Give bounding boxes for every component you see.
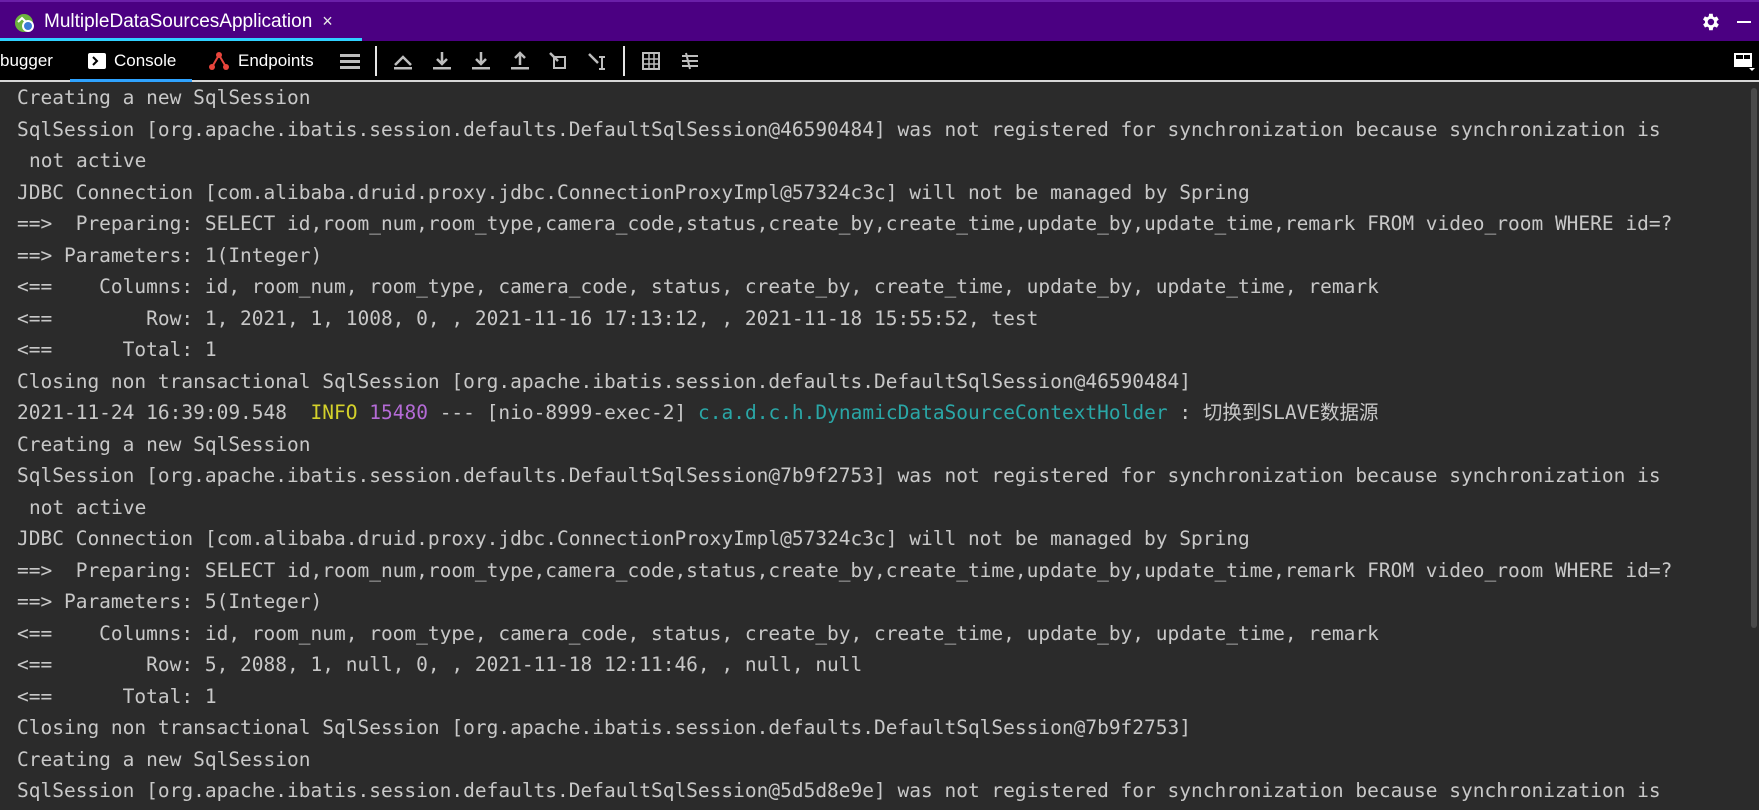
console-line: <== Total: 1 <box>17 684 217 708</box>
log-thread: [nio-8999-exec-2] <box>486 401 687 424</box>
drop-frame-icon[interactable] <box>539 41 578 80</box>
console-line: ==> Parameters: 5(Integer) <box>17 590 323 613</box>
restore-layout-icon[interactable] <box>1733 50 1755 72</box>
console-line: Closing non transactional SqlSession [or… <box>17 716 1191 739</box>
tab-endpoints[interactable]: Endpoints <box>208 41 314 80</box>
tab-label: Endpoints <box>238 50 314 70</box>
console-line: SqlSession [org.apache.ibatis.session.de… <box>17 779 1661 802</box>
console-scrollbar[interactable] <box>1749 82 1759 810</box>
log-logger: c.a.d.c.h.DynamicDataSourceContextHolder <box>698 401 1168 424</box>
toolbar-divider <box>375 45 377 76</box>
evaluate-expression-icon[interactable] <box>631 41 670 80</box>
settings-gear-icon[interactable] <box>1699 11 1721 33</box>
console-line: ==> Preparing: SELECT id,room_num,room_t… <box>17 212 1673 235</box>
log-separator: --- <box>439 401 475 424</box>
tab-label: bugger <box>0 50 53 70</box>
console-line: Creating a new SqlSession <box>17 747 311 771</box>
run-tool-window-header: MultipleDataSourcesApplication × <box>0 0 1759 42</box>
tab-debugger[interactable]: bugger <box>0 41 53 80</box>
console-line: SqlSession [org.apache.ibatis.session.de… <box>17 117 1661 141</box>
step-over-icon[interactable] <box>422 41 461 80</box>
console-line: not active <box>29 149 147 172</box>
log-timestamp: 2021-11-24 16:39:09.548 <box>17 401 299 424</box>
tab-label: Console <box>114 50 177 70</box>
console-line: ==> Parameters: 1(Integer) <box>17 243 323 267</box>
log-pid: 15480 <box>369 401 428 424</box>
log-message: : 切换到SLAVE数据源 <box>1179 401 1379 424</box>
run-to-cursor-icon[interactable] <box>578 41 617 80</box>
endpoints-icon <box>208 50 230 72</box>
console-line: ==> Preparing: SELECT id,room_num,room_t… <box>17 558 1673 582</box>
spring-boot-app-icon <box>15 13 34 32</box>
run-config-title: MultipleDataSourcesApplication <box>44 10 313 32</box>
layout-menu-icon[interactable] <box>330 41 369 80</box>
trace-current-stream-icon[interactable] <box>670 41 709 80</box>
close-tab-icon[interactable]: × <box>322 11 333 32</box>
run-config-tab[interactable]: MultipleDataSourcesApplication × <box>0 2 347 41</box>
console-output[interactable]: Creating a new SqlSession SqlSession [or… <box>0 82 1749 810</box>
scrollbar-thumb[interactable] <box>1751 88 1757 628</box>
console-line: Closing non transactional SqlSession [or… <box>17 369 1191 393</box>
console-line: <== Row: 5, 2088, 1, null, 0, , 2021-11-… <box>17 653 863 676</box>
console-line: JDBC Connection [com.alibaba.druid.proxy… <box>17 180 1250 204</box>
console-line: Creating a new SqlSession <box>17 432 311 456</box>
log-entry-line: 2021-11-24 16:39:09.548 INFO 15480 --- [… <box>0 397 1749 429</box>
console-line: Creating a new SqlSession <box>17 86 311 109</box>
tab-console[interactable]: Console <box>69 41 193 82</box>
console-line: not active <box>29 495 147 519</box>
minimize-icon[interactable] <box>1735 13 1753 31</box>
log-level: INFO <box>310 401 358 424</box>
console-line: <== Columns: id, room_num, room_type, ca… <box>17 621 1379 645</box>
run-toolbar: bugger Console Endpoints <box>0 41 1759 82</box>
console-line: <== Columns: id, room_num, room_type, ca… <box>17 275 1379 298</box>
console-icon <box>88 52 106 70</box>
console-line: SqlSession [org.apache.ibatis.session.de… <box>17 464 1661 487</box>
show-execution-point-icon[interactable] <box>383 41 422 80</box>
step-into-icon[interactable] <box>461 41 500 80</box>
toolbar-divider <box>623 45 625 76</box>
console-line: JDBC Connection [com.alibaba.druid.proxy… <box>17 527 1250 550</box>
console-line: <== Row: 1, 2021, 1, 1008, 0, , 2021-11-… <box>17 306 1039 330</box>
step-out-icon[interactable] <box>500 41 539 80</box>
console-line: <== Total: 1 <box>17 338 217 361</box>
